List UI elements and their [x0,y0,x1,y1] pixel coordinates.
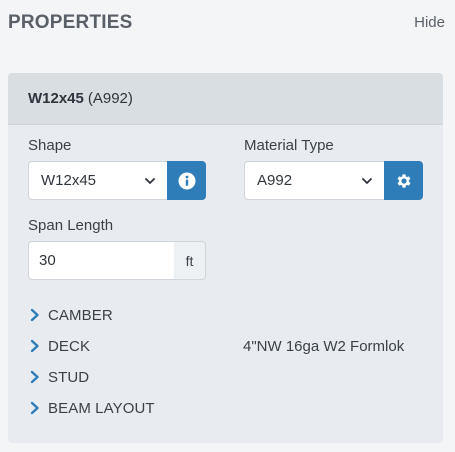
material-type-label: Material Type [244,137,334,154]
section-deck[interactable]: DECK 4"NW 16ga W2 Formlok [28,335,428,357]
section-deck-label: DECK [48,337,91,355]
section-deck-value: 4"NW 16ga W2 Formlok [243,337,405,355]
shape-select-value: W12x45 [41,172,97,189]
section-stud[interactable]: STUD [28,366,428,388]
shape-select[interactable]: W12x45 [28,161,167,200]
hide-link[interactable]: Hide [414,14,445,31]
section-camber-label: CAMBER [48,306,113,324]
chevron-right-icon [30,370,39,384]
span-length-unit: ft [174,241,206,280]
beam-properties-panel: W12x45 (A992) Shape W12x45 Material Type… [8,73,443,443]
chevron-right-icon [30,401,39,415]
beam-material: (A992) [87,90,133,107]
chevron-right-icon [30,308,39,322]
properties-header: PROPERTIES Hide [8,10,445,38]
material-settings-button[interactable] [384,161,423,200]
page-title: PROPERTIES [8,12,133,33]
chevron-down-icon [145,178,155,184]
span-length-input[interactable] [28,241,175,280]
material-type-select[interactable]: A992 [244,161,384,200]
beam-panel-header[interactable]: W12x45 (A992) [8,73,443,125]
gear-icon [397,173,410,188]
material-select-value: A992 [257,172,293,189]
section-beam-layout[interactable]: BEAM LAYOUT [28,397,428,419]
section-camber[interactable]: CAMBER [28,304,428,326]
span-length-label: Span Length [28,217,114,234]
chevron-down-icon [362,178,372,184]
section-stud-label: STUD [48,368,90,386]
chevron-right-icon [30,339,39,353]
beam-name: W12x45 [28,90,84,107]
shape-info-button[interactable] [167,161,206,200]
shape-label: Shape [28,137,72,154]
info-icon [178,172,195,189]
section-beam-layout-label: BEAM LAYOUT [48,399,155,417]
